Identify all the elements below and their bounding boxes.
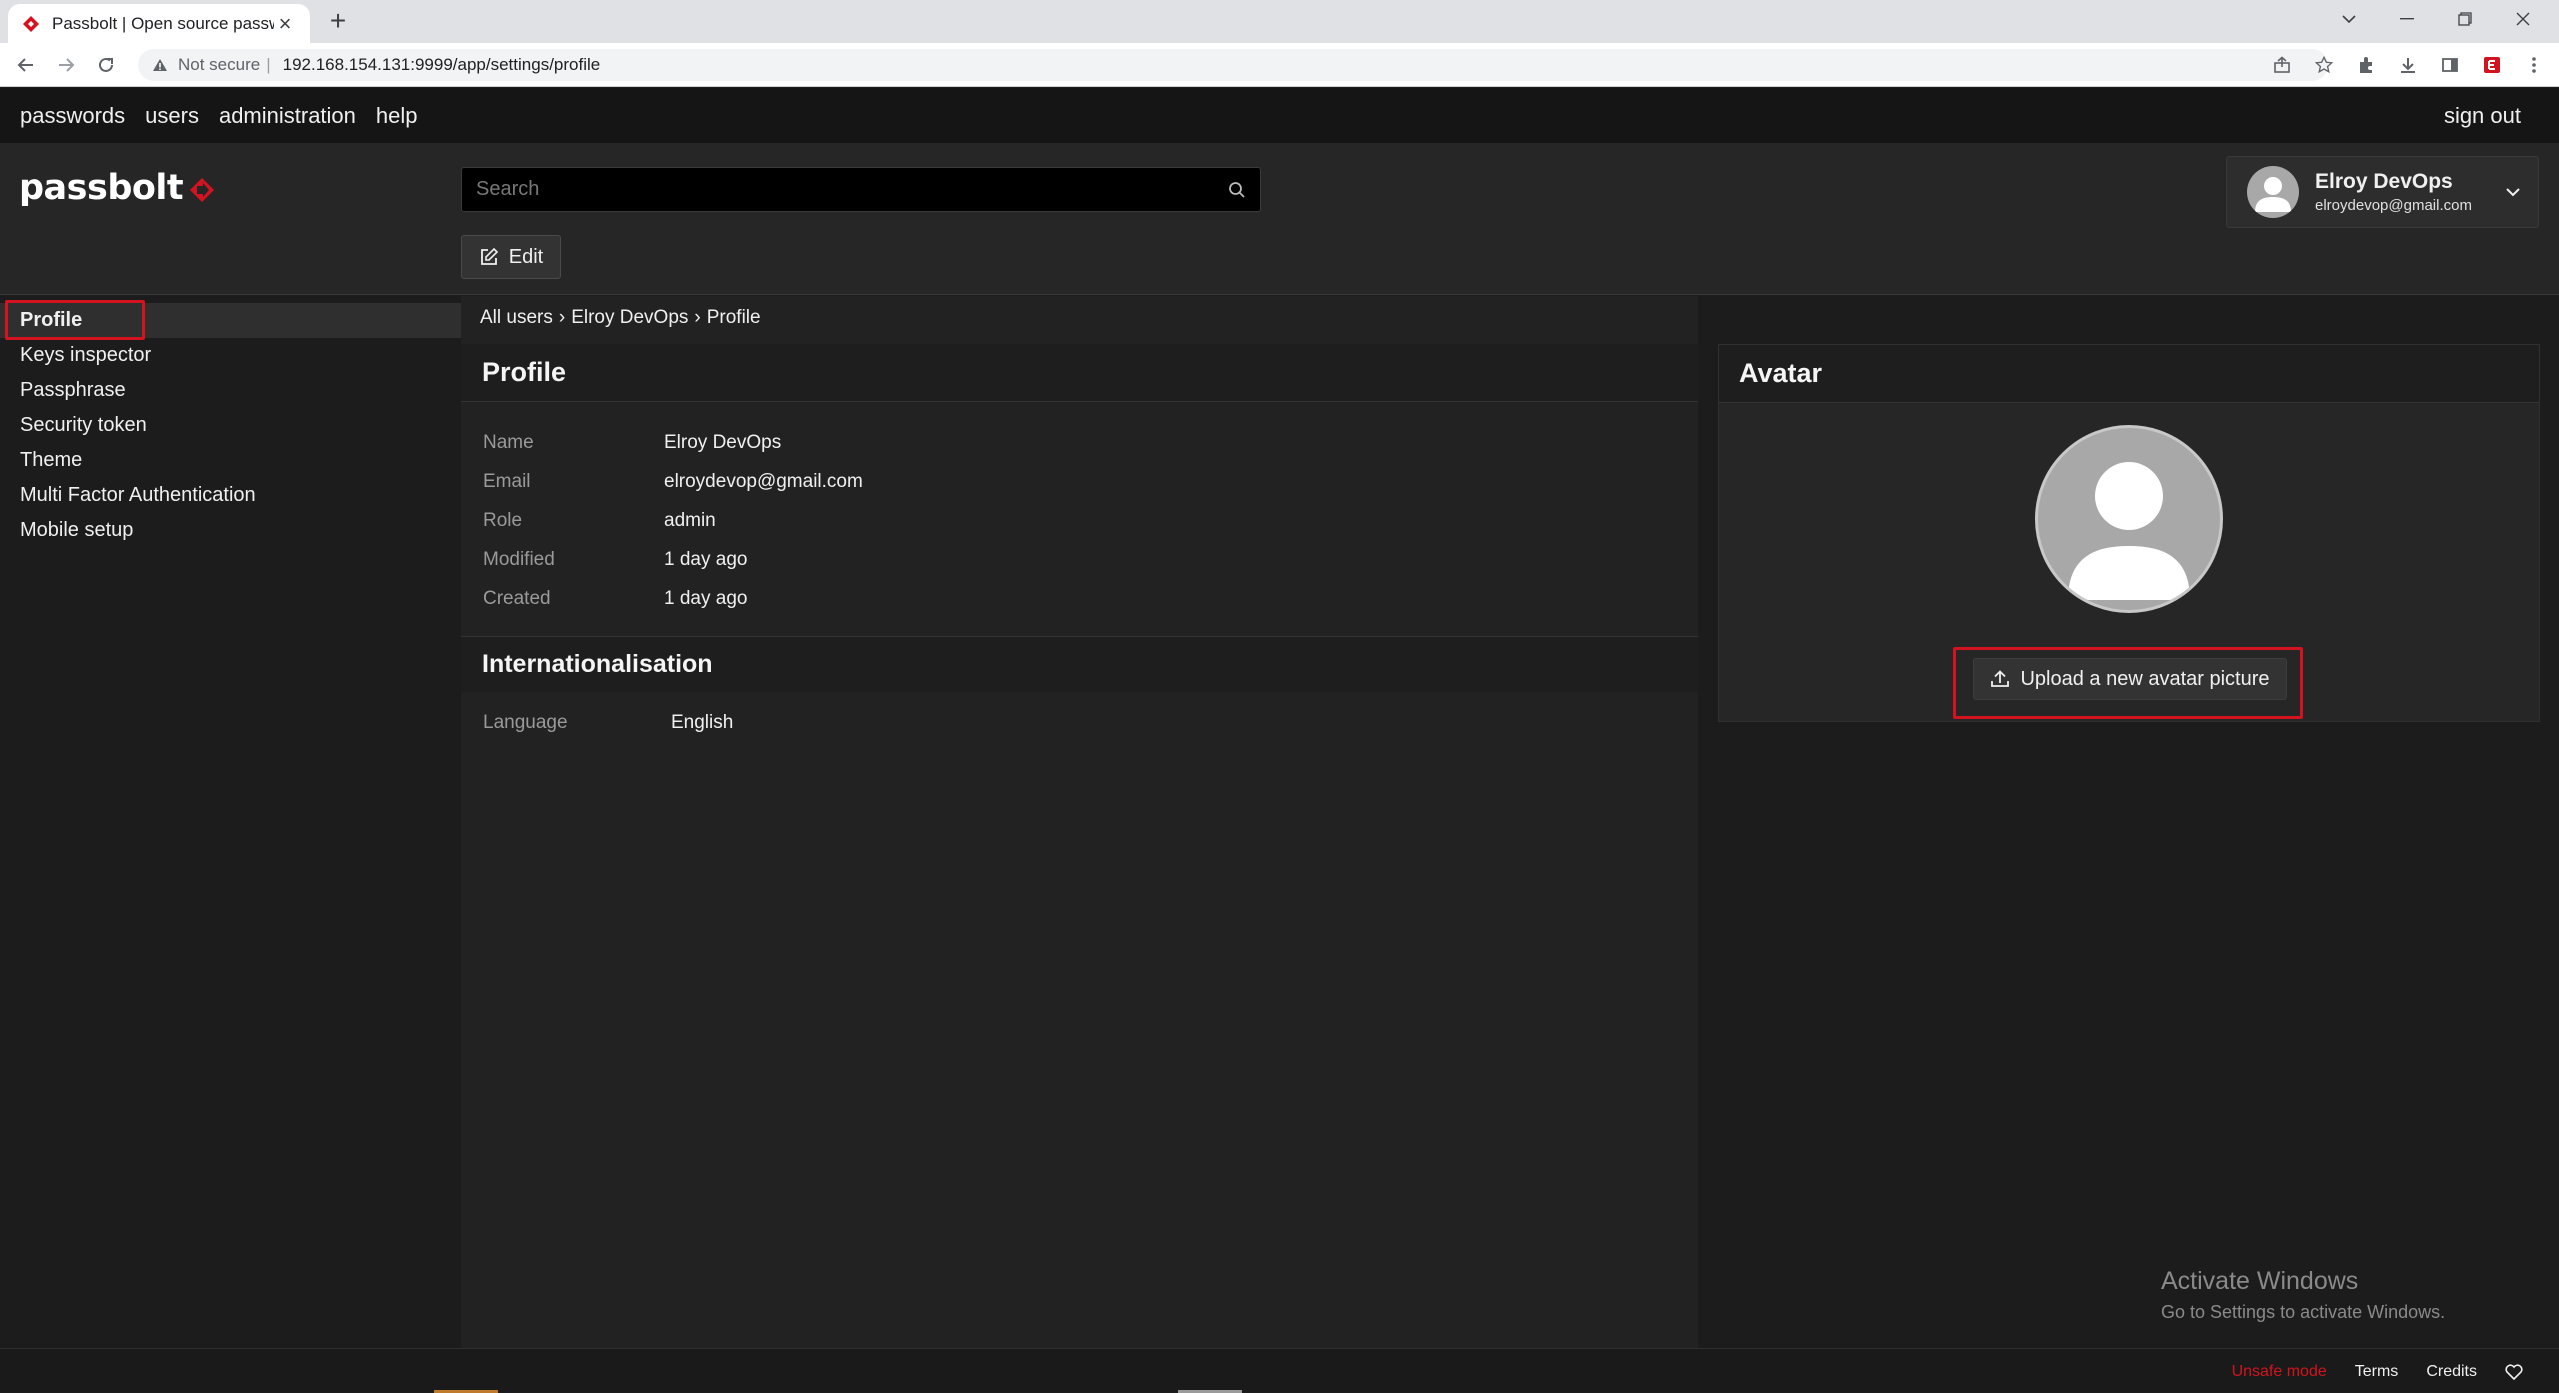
breadcrumb-separator: › xyxy=(694,307,701,328)
sidebar-item-security-token[interactable]: Security token xyxy=(0,408,461,443)
search-icon[interactable] xyxy=(1228,181,1246,199)
url-text: 192.168.154.131:9999/app/settings/profil… xyxy=(282,55,601,74)
sidebar-item-theme[interactable]: Theme xyxy=(0,443,461,478)
minimize-icon[interactable] xyxy=(2378,0,2436,38)
not-secure-label: Not secure xyxy=(178,55,261,74)
user-name: Elroy DevOps xyxy=(2315,170,2453,193)
breadcrumb-profile[interactable]: Profile xyxy=(707,307,761,329)
address-bar: Not secure | 192.168.154.131:9999/app/se… xyxy=(0,43,2559,87)
edit-icon xyxy=(479,247,499,267)
avatar-image xyxy=(2035,425,2223,613)
breadcrumb: All users › Elroy DevOps › Profile xyxy=(480,307,761,329)
sign-out-link[interactable]: sign out xyxy=(2444,103,2521,129)
side-panel-icon[interactable] xyxy=(2436,51,2464,79)
tab-close-icon[interactable]: × xyxy=(274,11,296,36)
profile-panel: Profile Name Elroy DevOps Email elroydev… xyxy=(461,344,1698,1348)
edit-label: Edit xyxy=(508,245,544,268)
nav-help[interactable]: help xyxy=(376,103,418,129)
terms-link[interactable]: Terms xyxy=(2355,1363,2399,1381)
tab-title: Passbolt | Open source passwor xyxy=(52,13,274,33)
field-value: elroydevop@gmail.com xyxy=(664,471,863,492)
upload-avatar-label: Upload a new avatar picture xyxy=(2020,667,2270,690)
logo-text: passbolt xyxy=(19,168,184,208)
profile-row-modified: Modified 1 day ago xyxy=(483,549,747,571)
browser-menu-icon[interactable] xyxy=(2520,51,2548,79)
windows-activation-watermark: Activate Windows Go to Settings to activ… xyxy=(2161,1267,2445,1323)
close-window-icon[interactable] xyxy=(2494,0,2552,38)
sidebar-item-mobile-setup[interactable]: Mobile setup xyxy=(0,513,461,548)
watermark-line2: Go to Settings to activate Windows. xyxy=(2161,1302,2446,1322)
field-label: Created xyxy=(483,588,551,609)
language-row: Language English xyxy=(483,712,733,734)
profile-row-name: Name Elroy DevOps xyxy=(483,432,781,454)
sidebar-item-passphrase[interactable]: Passphrase xyxy=(0,373,461,408)
profile-row-created: Created 1 day ago xyxy=(483,588,747,610)
watermark-line1: Activate Windows xyxy=(2161,1267,2359,1295)
breadcrumb-user[interactable]: Elroy DevOps xyxy=(571,307,688,329)
settings-sidebar: Profile Keys inspector Passphrase Securi… xyxy=(0,296,461,1348)
search-box xyxy=(461,167,1261,212)
top-navigation: passwords users administration help sign… xyxy=(0,88,2559,143)
upload-icon xyxy=(1990,669,2010,689)
browser-tab-bar: Passbolt | Open source passwor × + xyxy=(0,0,2559,43)
browser-tab[interactable]: Passbolt | Open source passwor × xyxy=(8,4,310,43)
field-value: admin xyxy=(664,510,716,531)
language-label: Language xyxy=(483,712,568,733)
forward-icon[interactable] xyxy=(52,51,80,79)
breadcrumb-separator: › xyxy=(558,307,566,328)
field-label: Modified xyxy=(483,549,555,570)
sidebar-item-profile[interactable]: Profile xyxy=(0,303,461,338)
upload-avatar-button[interactable]: Upload a new avatar picture xyxy=(1973,658,2287,700)
restore-icon[interactable] xyxy=(2436,0,2494,38)
sidebar-item-mfa[interactable]: Multi Factor Authentication xyxy=(0,478,461,513)
new-tab-icon[interactable]: + xyxy=(325,7,351,35)
avatar-panel: Avatar Upload a new avatar picture xyxy=(1718,344,2540,722)
bookmark-star-icon[interactable] xyxy=(2310,51,2338,79)
user-email: elroydevop@gmail.com xyxy=(2315,197,2472,214)
profile-row-role: Role admin xyxy=(483,510,716,532)
heart-icon[interactable] xyxy=(2505,1364,2523,1380)
extensions-icon[interactable] xyxy=(2352,51,2380,79)
credits-link[interactable]: Credits xyxy=(2426,1363,2477,1381)
field-value: 1 day ago xyxy=(664,549,748,570)
sidebar-item-keys-inspector[interactable]: Keys inspector xyxy=(0,338,461,373)
tab-search-icon[interactable] xyxy=(2320,0,2378,38)
passbolt-favicon-icon xyxy=(22,15,40,33)
profile-title: Profile xyxy=(461,344,1698,402)
field-value: Elroy DevOps xyxy=(664,432,782,453)
window-controls xyxy=(2320,0,2552,38)
language-value[interactable]: English xyxy=(671,712,733,734)
browser-toolbar xyxy=(2268,51,2548,79)
app-footer: Unsafe mode Terms Credits xyxy=(0,1348,2559,1393)
edit-button[interactable]: Edit xyxy=(461,235,561,279)
nav-users[interactable]: users xyxy=(145,103,199,129)
field-value: 1 day ago xyxy=(664,588,748,609)
reload-icon[interactable] xyxy=(92,51,120,79)
internationalisation-title: Internationalisation xyxy=(461,636,1698,692)
profile-row-email: Email elroydevop@gmail.com xyxy=(483,471,863,493)
app-header: passbolt Edit Elroy DevOps elroydevop@gm… xyxy=(0,143,2559,295)
logo-arrow-icon xyxy=(183,174,215,203)
warning-icon xyxy=(152,58,168,72)
chevron-down-icon[interactable] xyxy=(2506,187,2520,197)
unsafe-mode-link[interactable]: Unsafe mode xyxy=(2232,1363,2327,1381)
nav-administration[interactable]: administration xyxy=(219,103,356,129)
url-field[interactable]: Not secure | 192.168.154.131:9999/app/se… xyxy=(138,49,2328,81)
field-label: Role xyxy=(483,510,523,531)
field-label: Name xyxy=(483,432,534,453)
user-badge[interactable]: Elroy DevOps elroydevop@gmail.com xyxy=(2226,156,2539,228)
breadcrumb-all-users[interactable]: All users xyxy=(480,307,553,329)
search-input[interactable] xyxy=(476,178,1228,201)
extension-e-icon[interactable] xyxy=(2478,51,2506,79)
passbolt-logo[interactable]: passbolt xyxy=(19,168,215,208)
field-label: Email xyxy=(483,471,531,492)
user-avatar xyxy=(2247,166,2299,218)
url-separator: | xyxy=(266,55,271,74)
nav-passwords[interactable]: passwords xyxy=(20,103,125,129)
share-icon[interactable] xyxy=(2268,51,2296,79)
download-icon[interactable] xyxy=(2394,51,2422,79)
back-icon[interactable] xyxy=(12,51,40,79)
avatar-title: Avatar xyxy=(1719,345,2539,403)
